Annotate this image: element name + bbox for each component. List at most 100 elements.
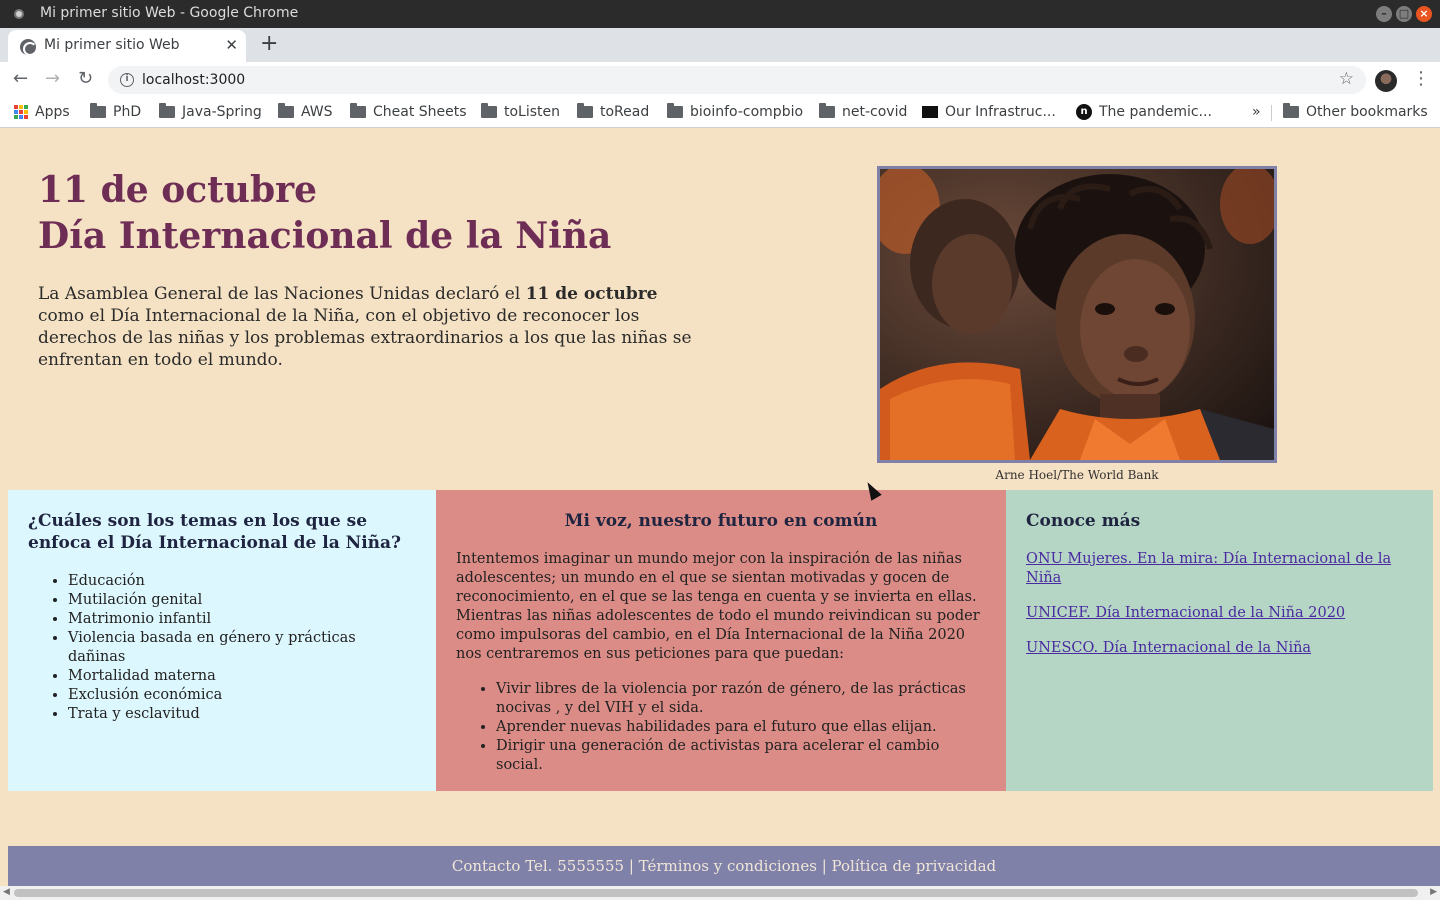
unesco-link[interactable]: UNESCO. Día Internacional de la Niña	[1026, 639, 1413, 658]
bookmark-folder[interactable]: Java-Spring	[159, 103, 262, 120]
bookmark-label: Java-Spring	[182, 104, 262, 120]
voice-list: Vivir libres de la violencia por razón d…	[456, 680, 986, 775]
minimize-icon[interactable]: –	[1376, 6, 1392, 22]
intro-text: La Asamblea General de las Naciones Unid…	[38, 284, 526, 304]
bookmark-label: toListen	[504, 104, 561, 120]
folder-icon	[819, 103, 835, 118]
photo-illustration	[880, 169, 1274, 460]
more-vert-icon[interactable]: ⋮	[1412, 68, 1430, 89]
girls-photo	[877, 166, 1277, 463]
intro-text: como el Día Internacional de la Niña, co…	[38, 306, 692, 370]
bookmark-apps[interactable]: Apps	[14, 104, 70, 120]
tab-title: Mi primer sitio Web	[44, 37, 180, 53]
list-item: Mutilación genital	[68, 591, 416, 610]
browser-tab[interactable]: Mi primer sitio Web ✕	[8, 30, 246, 62]
bookmarks-overflow-button[interactable]: »	[1252, 104, 1261, 120]
other-bookmarks[interactable]: Other bookmarks	[1283, 103, 1428, 120]
content-columns: ¿Cuáles son los temas en los que se enfo…	[8, 490, 1433, 791]
learn-more-heading: Conoce más	[1026, 511, 1141, 531]
photo-caption: Arne Hoel/The World Bank	[995, 468, 1159, 482]
bookmark-folder[interactable]: PhD	[90, 103, 142, 120]
voice-heading: Mi voz, nuestro futuro en común	[564, 511, 878, 531]
info-icon[interactable]: i	[120, 73, 134, 87]
bookmark-site[interactable]: n The pandemic...	[1076, 104, 1212, 120]
bookmark-folder[interactable]: toRead	[577, 103, 650, 120]
globe-icon	[20, 39, 37, 56]
browser-toolbar: ← → ↻ i localhost:3000 ☆ ⋮	[0, 62, 1440, 98]
list-item: Violencia basada en género y prácticas d…	[68, 629, 416, 667]
bookmark-label: PhD	[113, 104, 142, 120]
web-page: 11 de octubre Día Internacional de la Ni…	[0, 129, 1440, 900]
window-title: Mi primer sitio Web - Google Chrome	[40, 5, 299, 21]
bookmark-label: AWS	[301, 104, 333, 120]
app-icon	[14, 9, 24, 19]
voice-paragraph: Intentemos imaginar un mundo mejor con l…	[456, 551, 980, 662]
bookmark-label: Other bookmarks	[1306, 104, 1428, 120]
site-favicon-icon	[922, 106, 938, 118]
folder-icon	[577, 103, 593, 118]
site-favicon-icon: n	[1076, 104, 1092, 120]
folder-icon	[350, 103, 366, 118]
profile-avatar[interactable]	[1375, 70, 1397, 92]
folder-icon	[481, 103, 497, 118]
scroll-left-arrow-icon[interactable]: ◀	[3, 887, 10, 897]
folder-icon	[278, 103, 294, 118]
bookmark-label: Our Infrastruc...	[945, 104, 1056, 120]
reload-icon[interactable]: ↻	[78, 68, 93, 89]
bookmark-star-icon[interactable]: ☆	[1339, 69, 1354, 89]
bookmark-folder[interactable]: Cheat Sheets	[350, 103, 467, 120]
bookmark-label: Cheat Sheets	[373, 104, 467, 120]
voice-column: Mi voz, nuestro futuro en común Intentem…	[436, 490, 1006, 791]
apps-grid-icon	[14, 105, 28, 119]
learn-more-column: Conoce más ONU Mujeres. En la mira: Día …	[1006, 490, 1433, 791]
folder-icon	[667, 103, 683, 118]
bookmarks-bar: Apps PhD Java-Spring AWS Cheat Sheets to…	[0, 98, 1440, 128]
title-line: 11 de octubre	[38, 169, 318, 211]
list-item: Vivir libres de la violencia por razón d…	[496, 680, 986, 718]
tab-strip: Mi primer sitio Web ✕ +	[0, 28, 1440, 62]
maximize-icon[interactable]: □	[1396, 6, 1412, 22]
bookmark-site[interactable]: Our Infrastruc...	[922, 104, 1056, 120]
bookmark-label: The pandemic...	[1099, 104, 1212, 120]
intro-bold-date: 11 de octubre	[525, 284, 658, 304]
unicef-link[interactable]: UNICEF. Día Internacional de la Niña 202…	[1026, 604, 1413, 623]
window-titlebar: Mi primer sitio Web - Google Chrome – □ …	[0, 0, 1440, 28]
bookmark-label: net-covid	[842, 104, 908, 120]
scrollbar-thumb[interactable]	[14, 889, 1418, 897]
list-item: Trata y esclavitud	[68, 705, 416, 724]
divider	[1271, 105, 1272, 121]
list-item: Exclusión económica	[68, 686, 416, 705]
horizontal-scrollbar[interactable]: ◀ ▶	[0, 886, 1440, 900]
bookmark-folder[interactable]: toListen	[481, 103, 561, 120]
list-item: Aprender nuevas habilidades para el futu…	[496, 718, 986, 737]
page-title: 11 de octubre Día Internacional de la Ni…	[38, 167, 611, 259]
close-tab-icon[interactable]: ✕	[225, 36, 238, 54]
scroll-right-arrow-icon[interactable]: ▶	[1430, 887, 1437, 897]
window-controls: – □ ×	[1376, 6, 1432, 22]
list-item: Educación	[68, 572, 416, 591]
new-tab-button[interactable]: +	[260, 31, 278, 56]
bookmark-folder[interactable]: AWS	[278, 103, 333, 120]
forward-arrow-icon[interactable]: →	[45, 68, 60, 89]
bookmark-label: bioinfo-compbio	[690, 104, 804, 120]
onu-mujeres-link[interactable]: ONU Mujeres. En la mira: Día Internacion…	[1026, 550, 1413, 588]
address-bar[interactable]: i localhost:3000 ☆	[108, 66, 1366, 94]
close-window-icon[interactable]: ×	[1416, 6, 1432, 22]
title-line: Día Internacional de la Niña	[38, 215, 612, 257]
topics-list: Educación Mutilación genital Matrimonio …	[28, 572, 416, 724]
bookmark-folder[interactable]: bioinfo-compbio	[667, 103, 804, 120]
folder-icon	[159, 103, 175, 118]
list-item: Matrimonio infantil	[68, 610, 416, 629]
folder-icon	[90, 103, 106, 118]
topics-column: ¿Cuáles son los temas en los que se enfo…	[8, 490, 436, 791]
url-text[interactable]: localhost:3000	[142, 72, 245, 88]
topics-heading: ¿Cuáles son los temas en los que se enfo…	[28, 511, 401, 553]
folder-icon	[1283, 103, 1299, 118]
page-footer: Contacto Tel. 5555555 | Términos y condi…	[8, 846, 1440, 886]
intro-paragraph: La Asamblea General de las Naciones Unid…	[38, 283, 698, 371]
bookmark-folder[interactable]: net-covid	[819, 103, 908, 120]
back-arrow-icon[interactable]: ←	[13, 68, 28, 89]
bookmark-label: toRead	[600, 104, 650, 120]
bookmark-label: Apps	[35, 104, 70, 120]
list-item: Mortalidad materna	[68, 667, 416, 686]
